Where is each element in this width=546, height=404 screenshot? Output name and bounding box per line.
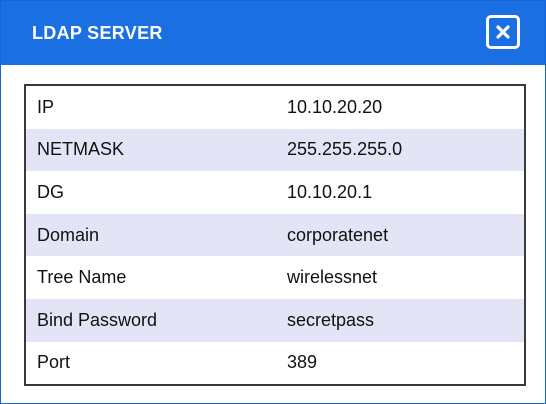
close-button[interactable] [486, 15, 520, 49]
table-row-tree-name: Tree Name wirelessnet [26, 256, 524, 299]
table-row-netmask: NETMASK 255.255.255.0 [26, 128, 524, 172]
table-row-dg: DG 10.10.20.1 [26, 171, 524, 214]
ldap-settings-panel: IP 10.10.20.20 NETMASK 255.255.255.0 DG … [24, 84, 526, 386]
row-value: secretpass [287, 309, 375, 330]
row-label: DG [37, 181, 64, 202]
ldap-server-dialog: LDAP SERVER IP 10.10.20.20 NETMASK 255.2… [0, 0, 546, 404]
row-label: Tree Name [37, 267, 127, 288]
dialog-title: LDAP SERVER [32, 23, 163, 43]
table-row-port: Port 389 [26, 342, 524, 385]
row-label: NETMASK [37, 139, 125, 160]
dialog-titlebar: LDAP SERVER [1, 1, 545, 65]
row-value: 10.10.20.1 [287, 181, 373, 202]
row-label: Domain [37, 224, 100, 245]
row-value: 255.255.255.0 [287, 139, 403, 160]
row-label: Port [37, 352, 71, 373]
row-value: 389 [287, 352, 318, 373]
ldap-settings-table: IP 10.10.20.20 NETMASK 255.255.255.0 DG … [26, 86, 524, 384]
row-label: IP [37, 96, 55, 117]
row-value: wirelessnet [287, 267, 378, 288]
table-row-ip: IP 10.10.20.20 [26, 86, 524, 129]
row-value: corporatenet [287, 224, 389, 245]
table-row-domain: Domain corporatenet [26, 213, 524, 257]
row-value: 10.10.20.20 [287, 96, 383, 117]
close-icon [496, 25, 510, 39]
table-row-bind-password: Bind Password secretpass [26, 298, 524, 342]
row-label: Bind Password [37, 309, 158, 330]
